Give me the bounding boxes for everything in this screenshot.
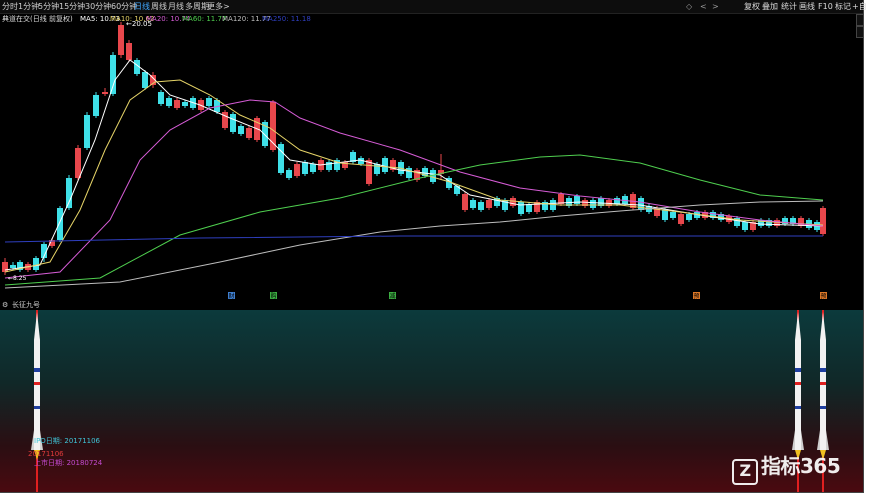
candle xyxy=(246,126,252,140)
candle xyxy=(334,158,340,172)
candle xyxy=(238,124,244,136)
event-marker[interactable]: 购 xyxy=(270,292,277,300)
svg-text:购: 购 xyxy=(271,292,277,300)
candle xyxy=(174,98,180,110)
stock-chart-app: 分时 1分钟 5分钟 15分钟 30分钟 60分钟 日线 周线 月线 多周期 更多 > 复权 叠加 统计 画线… xyxy=(0,0,871,494)
candle xyxy=(278,142,284,175)
indicator-title: 长征九号 xyxy=(12,301,40,309)
candle xyxy=(414,168,420,182)
candle xyxy=(390,158,396,172)
candle xyxy=(158,90,164,106)
ma5-line xyxy=(4,59,824,271)
candle xyxy=(534,200,540,214)
event-marker[interactable]: 预 xyxy=(820,292,827,300)
candle xyxy=(766,218,772,228)
candle xyxy=(582,198,588,208)
candle xyxy=(84,112,90,150)
svg-text:预: 预 xyxy=(694,292,700,300)
watermark-text: 指标365 xyxy=(761,454,841,478)
candle xyxy=(382,156,388,174)
ipo-date-label: IPO日期: 20171106 xyxy=(34,437,101,445)
candle xyxy=(102,88,108,96)
ma250-line xyxy=(4,235,823,243)
candle xyxy=(470,198,476,210)
candle xyxy=(486,198,492,210)
candle xyxy=(126,40,132,62)
candle xyxy=(270,100,276,152)
candle xyxy=(2,258,8,275)
candle xyxy=(462,192,468,212)
svg-text:预: 预 xyxy=(821,292,827,300)
candle xyxy=(93,92,99,118)
candle xyxy=(110,52,116,96)
candle xyxy=(286,168,292,180)
candle xyxy=(33,256,39,272)
candle xyxy=(206,96,212,108)
ma120-line xyxy=(4,200,824,289)
indicator-header: ⚙ 长征九号 xyxy=(0,300,863,310)
candle xyxy=(262,120,268,148)
high-price-label: ←20.05 xyxy=(126,20,152,28)
ipo-date-value: 20171106 xyxy=(28,450,64,458)
candle xyxy=(166,96,172,108)
zhibiao-logo-icon: Z xyxy=(732,459,758,485)
candle xyxy=(750,220,756,232)
candle xyxy=(294,162,300,178)
candle xyxy=(510,196,516,208)
candle xyxy=(66,175,72,210)
candle xyxy=(710,210,716,220)
candle xyxy=(526,202,532,214)
event-marker[interactable]: 财 xyxy=(228,292,235,300)
low-price-label: ←8.25 xyxy=(8,275,27,282)
candle xyxy=(734,216,740,228)
candle xyxy=(230,112,236,134)
listing-date-label: 上市日期: 20180724 xyxy=(34,459,103,467)
candle xyxy=(590,198,596,210)
candle xyxy=(406,166,412,180)
candle xyxy=(820,206,826,236)
candle xyxy=(222,110,228,130)
candle xyxy=(542,200,548,212)
ma20-line xyxy=(4,99,824,279)
candle xyxy=(350,150,356,164)
event-marker[interactable]: 减 xyxy=(389,292,396,300)
event-marker[interactable]: 预 xyxy=(693,292,700,300)
candle xyxy=(118,22,124,58)
svg-text:减: 减 xyxy=(390,292,396,300)
indicator-gear-icon[interactable]: ⚙ xyxy=(2,300,8,310)
candle xyxy=(57,206,63,242)
candle xyxy=(17,260,23,272)
svg-text:财: 财 xyxy=(229,292,235,300)
candle xyxy=(774,218,780,228)
candle xyxy=(678,212,684,226)
candle xyxy=(326,160,332,172)
candle xyxy=(478,200,484,212)
watermark: Z 指标365 xyxy=(732,450,841,485)
candle xyxy=(798,216,804,228)
candlestick-chart[interactable]: ←20.05 ←8.25 财 购 减 预 预 xyxy=(0,0,863,300)
